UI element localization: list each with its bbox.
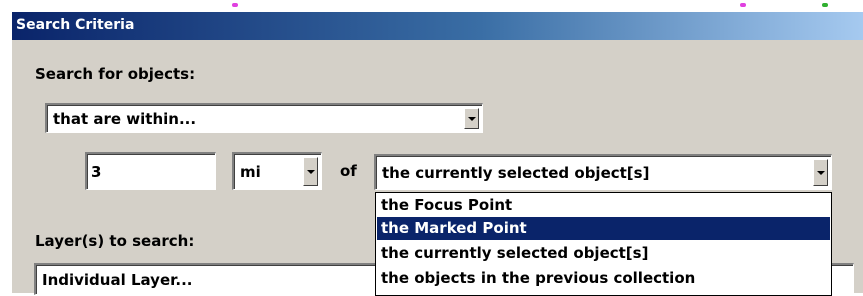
option-label: the currently selected object[s]	[381, 244, 649, 262]
list-item[interactable]: the objects in the previous collection	[377, 267, 830, 290]
option-label: the objects in the previous collection	[381, 269, 696, 287]
list-item[interactable]: the currently selected object[s]	[377, 242, 830, 265]
reference-options-list: the Focus Point the Marked Point the cur…	[375, 192, 832, 296]
search-for-label: Search for objects:	[35, 65, 196, 83]
search-criteria-dialog: Search Criteria Search for objects: that…	[11, 12, 863, 296]
of-label: of	[340, 162, 357, 180]
reference-dropdown-button[interactable]	[813, 159, 828, 186]
reference-value: the currently selected object[s]	[382, 163, 650, 182]
distance-input[interactable]: 3	[85, 152, 216, 190]
background-dot	[740, 3, 746, 7]
title-bar[interactable]: Search Criteria	[12, 12, 863, 40]
layers-value: Individual Layer...	[42, 270, 193, 289]
chevron-down-icon	[307, 169, 315, 174]
reference-dropdown[interactable]: the currently selected object[s]	[374, 154, 832, 190]
window-title: Search Criteria	[16, 17, 135, 33]
search-mode-dropdown[interactable]: that are within...	[45, 103, 483, 133]
unit-value: mi	[240, 162, 261, 181]
background-dot	[232, 3, 238, 7]
distance-value: 3	[91, 162, 102, 181]
option-label: the Marked Point	[381, 219, 527, 237]
unit-dropdown-button[interactable]	[303, 157, 318, 186]
option-label: the Focus Point	[381, 196, 513, 214]
layers-label: Layer(s) to search:	[35, 232, 195, 250]
chevron-down-icon	[817, 170, 825, 175]
list-item[interactable]: the Marked Point	[377, 217, 830, 240]
background-dot	[822, 3, 828, 7]
unit-dropdown[interactable]: mi	[232, 152, 322, 190]
background-strip	[0, 0, 863, 12]
search-mode-value: that are within...	[53, 109, 197, 128]
search-mode-dropdown-button[interactable]	[464, 108, 479, 129]
chevron-down-icon	[468, 116, 476, 121]
list-item[interactable]: the Focus Point	[377, 194, 830, 217]
